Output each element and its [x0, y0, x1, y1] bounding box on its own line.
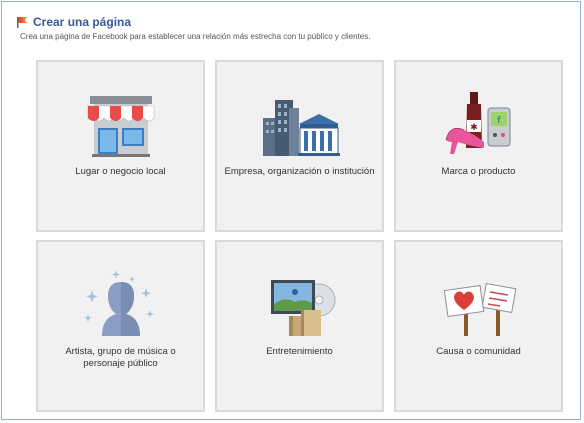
create-page-panel: Crear una página Crea una página de Face… [1, 1, 581, 420]
category-label: Entretenimiento [266, 346, 333, 357]
category-label: Causa o comunidad [436, 346, 521, 357]
page-subtitle: Crea una página de Facebook para estable… [20, 32, 371, 41]
person-silhouette-icon [83, 270, 154, 336]
page-header: Crear una página [16, 15, 131, 29]
category-label: Empresa, organización o institución [224, 166, 375, 177]
category-entertainment[interactable]: Entretenimiento [215, 240, 384, 412]
storefront-icon [87, 96, 154, 157]
cause-signs-icon [443, 282, 516, 336]
entertainment-media-icon [270, 280, 335, 336]
category-label: Artista, grupo de música o personaje púb… [65, 346, 176, 369]
category-artist-public-figure[interactable]: Artista, grupo de música o personaje púb… [36, 240, 205, 412]
flag-icon [17, 17, 27, 28]
category-label: Lugar o negocio local [75, 166, 166, 177]
category-grid: Lugar o negocio local Empresa, organizac… [36, 60, 563, 412]
category-brand-product[interactable]: ✱ f Marca o producto [394, 60, 563, 232]
svg-text:✱: ✱ [470, 123, 478, 133]
category-local-business[interactable]: Lugar o negocio local [36, 60, 205, 232]
category-label: Marca o producto [441, 166, 516, 177]
brand-products-icon: ✱ f [445, 92, 510, 154]
office-buildings-icon [262, 100, 340, 156]
category-cause-community[interactable]: Causa o comunidad [394, 240, 563, 412]
page-title: Crear una página [33, 15, 132, 29]
category-company[interactable]: Empresa, organización o institución [215, 60, 384, 232]
